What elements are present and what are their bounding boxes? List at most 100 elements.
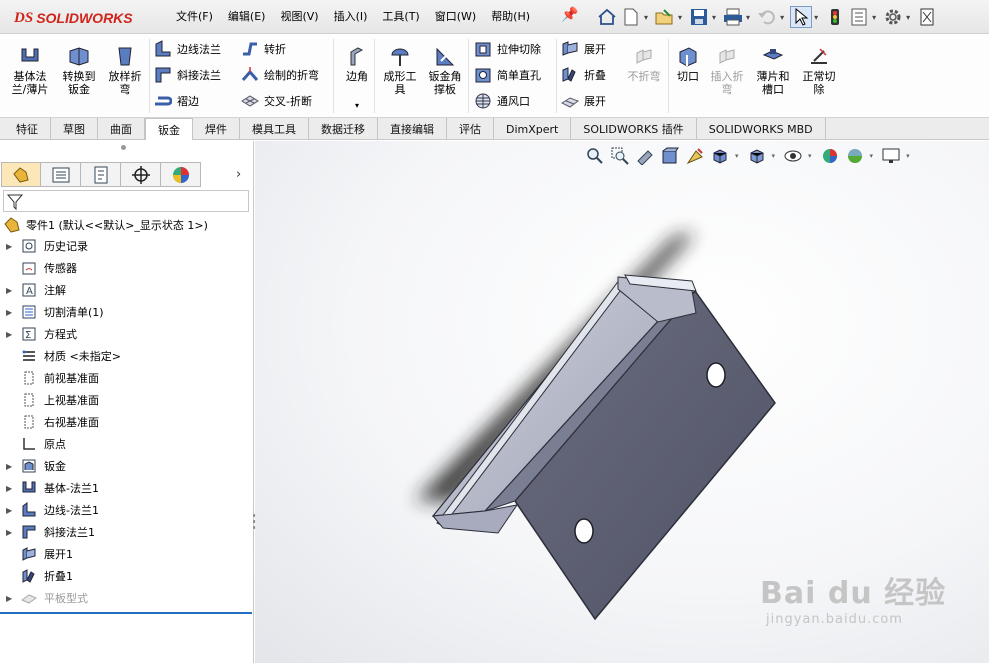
tab-dimxpert[interactable]: DimXpert xyxy=(494,118,572,140)
tree-item-plane[interactable]: 右视基准面 xyxy=(0,411,252,433)
options-panel-icon[interactable] xyxy=(848,6,870,28)
menu-window[interactable]: 窗口(W) xyxy=(435,8,476,24)
convert-to-sheet-metal-button[interactable]: 转换到 钣金 xyxy=(55,47,103,96)
print-dropdown-icon[interactable]: ▾ xyxy=(746,13,750,22)
tree-item-plane[interactable]: 前视基准面 xyxy=(0,367,252,389)
tab-sheet-metal[interactable]: 钣金 xyxy=(145,118,193,140)
select-icon[interactable] xyxy=(790,6,813,28)
open-dropdown-icon[interactable]: ▾ xyxy=(678,13,682,22)
menu-edit[interactable]: 编辑(E) xyxy=(228,8,266,24)
open-icon[interactable] xyxy=(654,6,676,28)
gear-icon[interactable] xyxy=(882,6,904,28)
solidworks-logo[interactable]: DS SOLIDWORKS xyxy=(14,7,133,29)
tree-item-origin[interactable]: 原点 xyxy=(0,433,252,455)
gear-dropdown-icon[interactable]: ▾ xyxy=(906,13,910,22)
menu-tools[interactable]: 工具(T) xyxy=(382,8,419,24)
tree-item-history[interactable]: ▶ 历史记录 xyxy=(0,235,252,257)
fold-button[interactable]: 折叠 xyxy=(561,64,606,86)
tree-root-part[interactable]: 零件1 (默认<<默认>_显示状态 1>) xyxy=(0,215,252,235)
expand-arrow-icon[interactable]: ▶ xyxy=(6,242,20,251)
menu-view[interactable]: 视图(V) xyxy=(280,8,318,24)
expand-arrow-icon[interactable]: ▶ xyxy=(6,462,20,471)
lofted-bend-button[interactable]: 放样折 弯 xyxy=(101,47,149,96)
base-flange-button[interactable]: 基体法 兰/薄片 xyxy=(6,47,54,96)
insert-bends-label: 插入折 弯 xyxy=(710,70,744,96)
options-dropdown-icon[interactable]: ▾ xyxy=(872,13,876,22)
vent-button[interactable]: 通风口 xyxy=(474,90,530,112)
unfold-button[interactable]: 展开 xyxy=(561,38,606,60)
expand-arrow-icon[interactable]: ▶ xyxy=(6,506,20,515)
simple-hole-button[interactable]: 简单直孔 xyxy=(474,64,541,86)
display-manager-tab[interactable] xyxy=(161,162,201,187)
no-bends-button[interactable]: 不折弯 xyxy=(620,47,668,83)
tree-item-fold[interactable]: 折叠1 xyxy=(0,565,252,587)
jog-button[interactable]: 转折 xyxy=(241,38,286,60)
menu-file[interactable]: 文件(F) xyxy=(176,8,213,24)
expand-arrow-icon[interactable]: ▶ xyxy=(6,594,20,603)
origin-icon xyxy=(20,435,38,453)
tab-solidworks-addins[interactable]: SOLIDWORKS 插件 xyxy=(571,118,697,140)
flatten-button[interactable]: 展开 xyxy=(561,90,606,112)
expand-arrow-icon[interactable]: ▶ xyxy=(6,286,20,295)
tab-surfaces[interactable]: 曲面 xyxy=(98,118,145,140)
tree-item-material[interactable]: 材质 <未指定> xyxy=(0,345,252,367)
menu-help[interactable]: 帮助(H) xyxy=(491,8,530,24)
tree-filter[interactable] xyxy=(3,190,249,212)
tab-evaluate[interactable]: 评估 xyxy=(447,118,494,140)
panel-collapse-handle[interactable] xyxy=(121,145,126,150)
tree-item-miter-flange[interactable]: ▶ 斜接法兰1 xyxy=(0,521,252,543)
save-icon[interactable] xyxy=(688,6,710,28)
forming-tool-button[interactable]: 成形工 具 xyxy=(376,47,424,96)
undo-icon[interactable] xyxy=(756,6,778,28)
configuration-manager-tab[interactable] xyxy=(81,162,121,187)
tree-item-label: 上视基准面 xyxy=(44,394,99,407)
tab-sketch[interactable]: 草图 xyxy=(51,118,98,140)
tab-solidworks-mbd[interactable]: SOLIDWORKS MBD xyxy=(697,118,826,140)
new-document-icon[interactable] xyxy=(620,6,642,28)
home-icon[interactable] xyxy=(596,6,618,28)
tree-item-edge-flange[interactable]: ▶ 边线-法兰1 xyxy=(0,499,252,521)
tab-and-slot-button[interactable]: 薄片和 槽口 xyxy=(749,47,797,96)
expand-arrow-icon[interactable]: ▶ xyxy=(6,330,20,339)
sketched-bend-button[interactable]: 绘制的折弯 xyxy=(241,64,319,86)
cross-break-button[interactable]: 交叉-折断 xyxy=(241,90,312,112)
expand-arrow-icon[interactable]: ▶ xyxy=(6,528,20,537)
help-icon[interactable] xyxy=(916,6,938,28)
tree-item-flat-pattern[interactable]: ▶ 平板型式 xyxy=(0,587,252,609)
insert-bends-button[interactable]: 插入折 弯 xyxy=(703,47,751,96)
chevron-right-icon[interactable]: › xyxy=(236,167,241,182)
tab-direct-editing[interactable]: 直接编辑 xyxy=(378,118,447,140)
ribbon-separator xyxy=(149,39,150,113)
select-dropdown-icon[interactable]: ▾ xyxy=(814,13,818,22)
tree-item-plane[interactable]: 上视基准面 xyxy=(0,389,252,411)
edge-flange-button[interactable]: 边线法兰 xyxy=(154,38,221,60)
tab-mold-tools[interactable]: 模具工具 xyxy=(240,118,309,140)
pin-icon[interactable]: 📌 xyxy=(561,7,578,23)
traffic-light-icon[interactable] xyxy=(824,6,846,28)
tab-features[interactable]: 特征 xyxy=(4,118,51,140)
tab-data-migration[interactable]: 数据迁移 xyxy=(309,118,378,140)
sheet-metal-gusset-button[interactable]: 钣金角 撑板 xyxy=(421,47,469,96)
property-manager-tab[interactable] xyxy=(41,162,81,187)
expand-arrow-icon[interactable]: ▶ xyxy=(6,308,20,317)
miter-flange-button[interactable]: 斜接法兰 xyxy=(154,64,221,86)
tree-item-annotation[interactable]: ▶ A 注解 xyxy=(0,279,252,301)
save-dropdown-icon[interactable]: ▾ xyxy=(712,13,716,22)
tree-item-cut-list[interactable]: ▶ 切割清单(1) xyxy=(0,301,252,323)
normal-cut-button[interactable]: 正常切 除 xyxy=(795,47,843,96)
tree-item-sheet-metal[interactable]: ▶ 钣金 xyxy=(0,455,252,477)
print-icon[interactable] xyxy=(722,6,744,28)
tree-item-sensor[interactable]: 传感器 xyxy=(0,257,252,279)
feature-manager-tab[interactable] xyxy=(1,162,41,187)
dimxpert-manager-tab[interactable] xyxy=(121,162,161,187)
tree-item-equation[interactable]: ▶ Σ 方程式 xyxy=(0,323,252,345)
undo-dropdown-icon[interactable]: ▾ xyxy=(780,13,784,22)
new-dropdown-icon[interactable]: ▾ xyxy=(644,13,648,22)
extruded-cut-button[interactable]: 拉伸切除 xyxy=(474,38,541,60)
tree-item-unfold[interactable]: 展开1 xyxy=(0,543,252,565)
tab-weldments[interactable]: 焊件 xyxy=(193,118,240,140)
menu-insert[interactable]: 插入(I) xyxy=(334,8,368,24)
tree-item-base-flange[interactable]: ▶ 基体-法兰1 xyxy=(0,477,252,499)
expand-arrow-icon[interactable]: ▶ xyxy=(6,484,20,493)
hem-button[interactable]: 褶边 xyxy=(154,90,199,112)
